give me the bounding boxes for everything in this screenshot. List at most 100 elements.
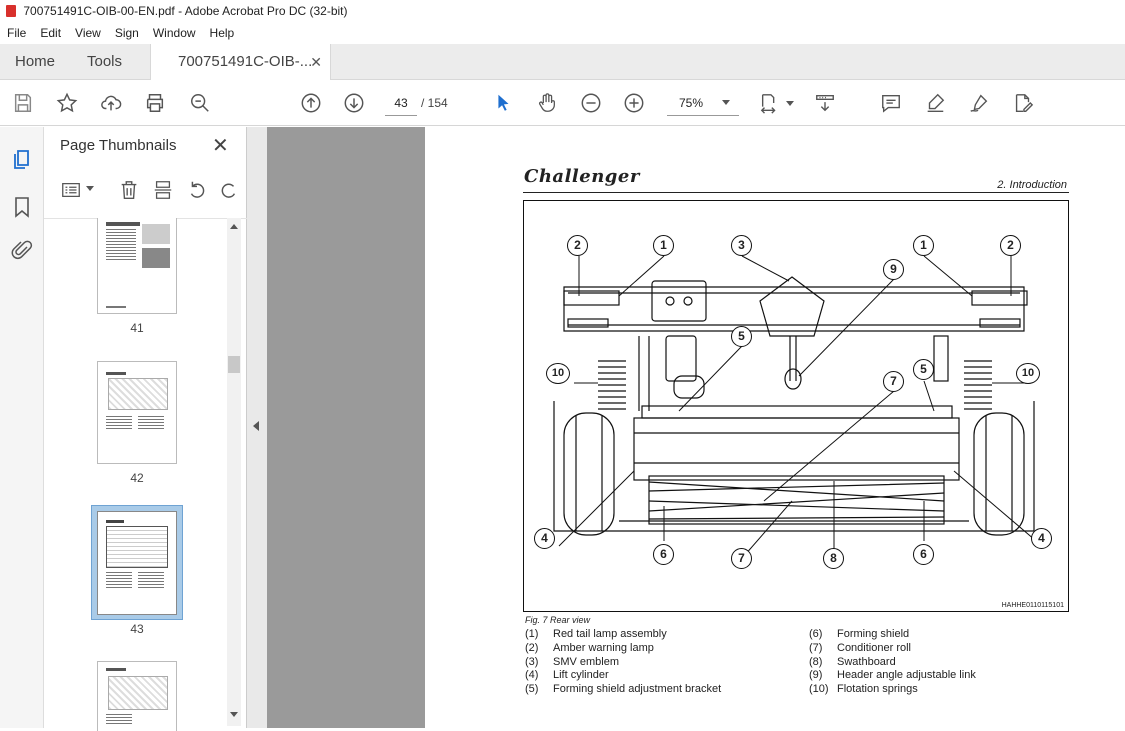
close-tab-icon[interactable]: ✕ [310,44,322,80]
main-toolbar: 43 / 154 75% [0,80,1125,126]
upload-cloud-icon[interactable] [99,91,123,115]
header-rule [523,192,1069,193]
menu-view[interactable]: View [68,26,108,40]
tab-bar: Home Tools 700751491C-OIB-... ✕ [0,44,1125,81]
edit-pdf-icon[interactable] [1011,91,1035,115]
callout-2-right: 2 [1000,235,1021,256]
menu-bar: File Edit View Sign Window Help [0,22,1125,44]
menu-window[interactable]: Window [146,26,203,40]
delete-trash-icon[interactable] [118,179,140,201]
scrollbar-thumb[interactable] [228,356,240,373]
legend-left: (1) Red tail lamp assembly (2) Amber warni… [525,628,721,697]
callout-2-left: 2 [567,235,588,256]
callout-6-left: 6 [653,544,674,565]
legend-item: (1) Red tail lamp assembly [525,628,667,640]
window-titlebar: 700751491C-OIB-00-EN.pdf - Adobe Acrobat… [0,0,1125,22]
callout-10-left: 10 [546,363,570,384]
rotate-counterclockwise-icon[interactable] [186,179,208,201]
zoom-level: 75% [679,96,704,110]
legend-item: (3) SMV emblem [525,655,620,668]
menu-file[interactable]: File [0,26,33,40]
previous-page-icon[interactable] [299,91,323,115]
callout-9: 9 [883,259,904,280]
tab-document[interactable]: 700751491C-OIB-... ✕ [150,44,331,81]
panel-toolbar [56,177,236,203]
total-pages: / 154 [421,96,448,110]
menu-edit[interactable]: Edit [33,26,68,40]
legend-item: (2) Amber warning lamp [525,641,654,654]
page-thumbnail-43[interactable] [97,511,177,615]
select-cursor-icon[interactable] [491,91,515,115]
next-page-icon[interactable] [342,91,366,115]
legend-item: (8) Swathboard [809,655,896,668]
page-number-input[interactable]: 43 [385,90,417,116]
fit-page-icon[interactable] [758,91,782,115]
zoom-in-icon[interactable] [622,91,646,115]
tab-tools[interactable]: Tools [87,44,122,80]
zoom-out-icon[interactable] [579,91,603,115]
page-thumbnail-44[interactable] [97,661,177,731]
options-dropdown-icon[interactable] [86,186,94,191]
chevron-down-icon[interactable] [722,100,730,105]
save-icon[interactable] [11,91,35,115]
legend-item: (5) Forming shield adjustment bracket [525,683,722,696]
attachments-paperclip-icon[interactable] [10,239,34,263]
legend-item: (6) Forming shield [809,628,910,640]
tab-document-label: 700751491C-OIB-... [178,53,313,70]
page-thumbnail-42[interactable] [97,361,177,464]
thumbnail-label-43: 43 [130,622,144,636]
callout-3: 3 [731,235,752,256]
callout-4-left: 4 [534,528,555,549]
callout-1-left: 1 [653,235,674,256]
scroll-down-icon[interactable] [230,712,238,717]
callout-4-right: 4 [1031,528,1052,549]
collapse-left-icon[interactable] [253,421,259,431]
callout-5-left: 5 [731,326,752,347]
left-navigation-rail [0,127,44,728]
rotate-clockwise-icon[interactable] [220,179,236,201]
legend-item: (7) Conditioner roll [809,641,911,654]
close-panel-icon[interactable]: ✕ [212,133,229,158]
page-thumbnail-43-selection[interactable] [91,505,183,620]
bookmarks-icon[interactable] [10,195,34,219]
thumbnail-label-42: 42 [130,471,144,485]
comment-icon[interactable] [879,91,903,115]
callout-10-right: 10 [1016,363,1040,384]
challenger-logo: Challenger [524,166,640,187]
print-icon[interactable] [143,91,167,115]
page-thumbnails-icon[interactable] [10,147,34,171]
callout-7-top: 7 [883,371,904,392]
section-heading: 2. Introduction [997,179,1067,191]
callout-1-right: 1 [913,235,934,256]
callout-5-right: 5 [913,359,934,380]
callout-7-bottom: 7 [731,548,752,569]
tab-home[interactable]: Home [15,44,55,80]
bookmark-star-icon[interactable] [55,91,79,115]
callout-8: 8 [823,548,844,569]
figure-rear-view: 2 1 3 1 2 9 5 10 10 7 5 4 6 7 8 6 4 HAHH… [523,200,1069,612]
app-icon [6,5,16,17]
legend-item: (9) Header angle adjustable link [809,669,976,682]
legend-right: (6) Forming shield (7) Conditioner roll (8… [809,628,976,697]
zoom-search-icon[interactable] [188,91,212,115]
pdf-page: Challenger 2. Introduction 2 1 3 1 2 9 5… [425,127,1125,728]
extract-pages-icon[interactable] [152,179,174,201]
menu-sign[interactable]: Sign [108,26,146,40]
options-menu-icon[interactable] [60,179,82,201]
fit-page-dropdown-icon[interactable] [785,91,795,115]
rear-view-drawing [553,255,1043,557]
page-thumbnail-41[interactable] [97,218,177,314]
window-title: 700751491C-OIB-00-EN.pdf - Adobe Acrobat… [23,4,348,18]
highlight-pen-icon[interactable] [923,91,947,115]
panel-collapse-bar[interactable] [247,127,267,728]
scroll-up-icon[interactable] [230,224,238,229]
hand-tool-icon[interactable] [535,91,559,115]
figure-caption: Fig. 7 Rear view [525,615,591,625]
figure-id: HAHHE0110115101 [1001,602,1064,609]
thumbnail-label-41: 41 [130,321,144,335]
scroll-mode-icon[interactable] [813,91,837,115]
menu-help[interactable]: Help [203,26,242,40]
thumbnail-scrollbar[interactable] [227,218,241,726]
sign-pen-icon[interactable] [967,91,991,115]
page-thumbnails-panel: Page Thumbnails ✕ 41 42 43 [44,127,247,731]
